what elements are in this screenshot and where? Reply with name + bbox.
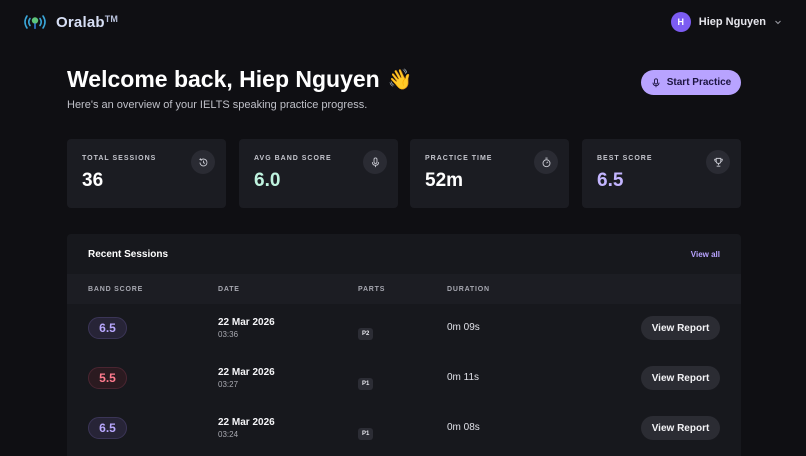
session-date: 22 Mar 2026 03:27	[218, 367, 275, 389]
user-menu[interactable]: H Hiep Nguyen	[670, 12, 782, 32]
date-text: 22 Mar 2026	[218, 317, 275, 328]
part-badge: P1	[358, 428, 374, 440]
column-header-parts: PARTS	[358, 285, 386, 293]
stats-cards: TOTAL SESSIONS 36 AVG BAND SCORE 6.0 PRA…	[67, 139, 741, 208]
column-header-duration: DURATION	[447, 285, 490, 293]
start-practice-button[interactable]: Start Practice	[641, 70, 741, 95]
page-subtitle: Here's an overview of your IELTS speakin…	[67, 99, 368, 111]
microphone-icon	[363, 150, 387, 174]
panel-title: Recent Sessions	[88, 248, 169, 260]
view-report-button[interactable]: View Report	[641, 416, 720, 440]
duration-text: 0m 11s	[447, 372, 480, 383]
session-date: 22 Mar 2026 03:36	[218, 317, 275, 339]
history-icon	[191, 150, 215, 174]
time-text: 03:36	[218, 330, 239, 339]
table-row: 5.5 22 Mar 2026 03:27 P1 0m 11s View Rep…	[67, 354, 741, 404]
stat-card-total-sessions: TOTAL SESSIONS 36	[67, 139, 226, 208]
stat-card-practice-time: PRACTICE TIME 52m	[410, 139, 569, 208]
duration-text: 0m 09s	[447, 322, 480, 333]
view-report-button[interactable]: View Report	[641, 366, 720, 390]
panel-header: Recent Sessions View all	[67, 234, 741, 274]
brand-name: OralabTM	[56, 13, 119, 31]
trophy-icon	[706, 150, 730, 174]
chevron-down-icon	[775, 20, 781, 25]
stat-value: 6.5	[597, 170, 624, 191]
stat-card-avg-band-score: AVG BAND SCORE 6.0	[239, 139, 398, 208]
broadcast-logo-icon	[24, 15, 46, 29]
microphone-icon	[652, 77, 660, 87]
session-date: 22 Mar 2026 03:24	[218, 417, 275, 439]
duration-text: 0m 08s	[447, 422, 480, 433]
stopwatch-icon	[534, 150, 558, 174]
page-title: Welcome back, Hiep Nguyen 👋	[67, 66, 413, 93]
table-row: 6.5 22 Mar 2026 03:36 P2 0m 09s View Rep…	[67, 304, 741, 354]
waving-hand-icon: 👋	[387, 69, 413, 91]
recent-sessions-panel: Recent Sessions View all BAND SCORE DATE…	[67, 234, 741, 456]
stat-value: 52m	[425, 170, 464, 191]
view-all-link[interactable]: View all	[691, 250, 720, 259]
brand[interactable]: OralabTM	[22, 12, 118, 32]
view-report-button[interactable]: View Report	[641, 316, 720, 340]
part-badge: P1	[358, 378, 374, 390]
avatar: H	[670, 12, 691, 32]
brand-trademark: TM	[104, 13, 119, 24]
band-score-badge: 6.5	[88, 317, 127, 339]
table-row: 6.5 22 Mar 2026 03:24 P1 0m 08s View Rep…	[67, 404, 741, 454]
start-practice-label: Start Practice	[666, 77, 732, 88]
time-text: 03:27	[218, 380, 239, 389]
stat-value: 36	[82, 170, 104, 191]
stat-value: 6.0	[254, 170, 281, 191]
date-text: 22 Mar 2026	[218, 367, 275, 378]
band-score-badge: 6.5	[88, 417, 127, 439]
top-bar: OralabTM H Hiep Nguyen	[0, 0, 806, 44]
stat-card-best-score: BEST SCORE 6.5	[582, 139, 741, 208]
column-header-band-score: BAND SCORE	[88, 285, 144, 293]
column-header-date: DATE	[218, 285, 240, 293]
user-name: Hiep Nguyen	[698, 16, 766, 28]
parts-cell: P1	[358, 422, 374, 440]
band-score-badge: 5.5	[88, 367, 127, 389]
parts-cell: P2	[358, 322, 374, 340]
welcome-text: Welcome back, Hiep Nguyen	[67, 66, 380, 92]
time-text: 03:24	[218, 430, 239, 439]
parts-cell: P1	[358, 372, 374, 390]
part-badge: P2	[358, 328, 374, 340]
date-text: 22 Mar 2026	[218, 417, 275, 428]
table-header: BAND SCORE DATE PARTS DURATION	[67, 274, 741, 304]
